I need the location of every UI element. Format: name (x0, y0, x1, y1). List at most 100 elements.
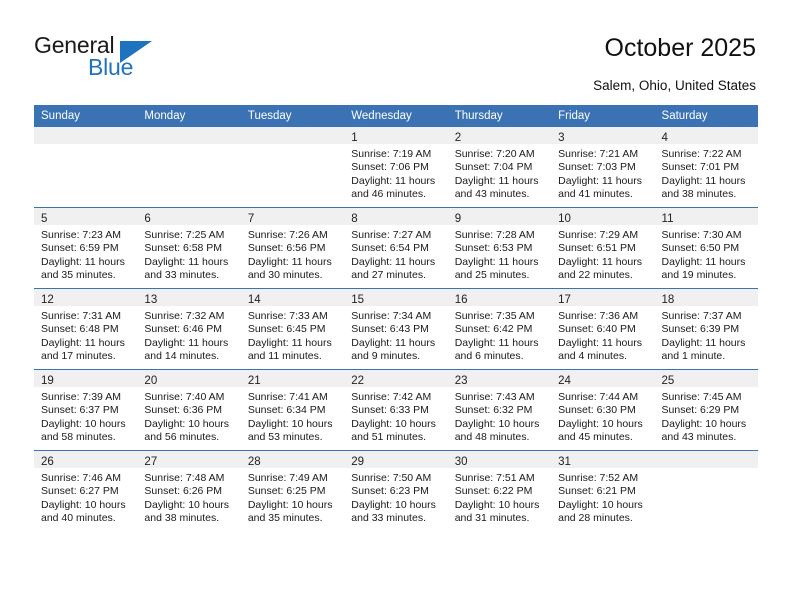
sunset-text: Sunset: 6:43 PM (351, 323, 429, 336)
calendar-week-row: 5 Sunrise: 7:23 AM Sunset: 6:59 PM Daylight… (34, 207, 758, 289)
calendar-day-cell[interactable]: 19 Sunrise: 7:39 AM Sunset: 6:37 PM Dayligh… (34, 369, 138, 451)
calendar-day-cell[interactable]: 14 Sunrise: 7:33 AM Sunset: 6:45 PM Dayligh… (240, 288, 345, 370)
day-number: 27 (144, 456, 158, 468)
daylight-text: Daylight: 10 hours (247, 498, 333, 511)
sunset-text: Sunset: 6:27 PM (41, 485, 119, 498)
day-number: 4 (661, 132, 668, 144)
calendar-day-cell[interactable]: 8 Sunrise: 7:27 AM Sunset: 6:54 PM Daylight… (344, 207, 448, 289)
daylight-text: and 40 minutes. (41, 512, 116, 525)
daylight-text: and 9 minutes. (351, 350, 421, 363)
daylight-text: Daylight: 11 hours (454, 255, 539, 268)
daylight-text: and 35 minutes. (41, 269, 116, 282)
day-details: Sunrise: 7:37 AM Sunset: 6:39 PM Daylight:… (655, 306, 758, 364)
daylight-text: Daylight: 10 hours (454, 417, 540, 430)
weekday-header-wednesday: Wednesday (344, 105, 448, 127)
day-details: Sunrise: 7:36 AM Sunset: 6:40 PM Daylight:… (551, 306, 654, 364)
calendar-day-cell[interactable]: 20 Sunrise: 7:40 AM Sunset: 6:36 PM Dayligh… (137, 369, 241, 451)
calendar-day-cell[interactable]: 27 Sunrise: 7:48 AM Sunset: 6:26 PM Dayligh… (137, 450, 241, 531)
daylight-text: Daylight: 11 hours (351, 255, 436, 268)
sunset-text: Sunset: 6:48 PM (41, 323, 119, 336)
daylight-text: Daylight: 10 hours (144, 417, 230, 430)
daylight-text: and 38 minutes. (661, 188, 737, 201)
day-number: 14 (247, 294, 261, 306)
calendar-day-cell[interactable]: 5 Sunrise: 7:23 AM Sunset: 6:59 PM Daylight… (34, 207, 138, 289)
sunset-text: Sunset: 6:50 PM (661, 242, 740, 255)
calendar-day-cell[interactable]: 21 Sunrise: 7:41 AM Sunset: 6:34 PM Dayligh… (240, 369, 345, 451)
daylight-text: and 22 minutes. (558, 269, 633, 282)
calendar-week-row: 26 Sunrise: 7:46 AM Sunset: 6:27 PM Dayligh… (34, 450, 758, 531)
calendar-grid: Sunday Monday Tuesday Wednesday Thursday Frid… (34, 105, 758, 531)
calendar-day-cell[interactable]: 28 Sunrise: 7:49 AM Sunset: 6:25 PM Dayligh… (240, 450, 345, 531)
sunset-text: Sunset: 6:45 PM (247, 323, 326, 336)
day-number: 3 (558, 132, 565, 144)
day-number-band: 21 (240, 370, 345, 387)
calendar-week-row: 12 Sunrise: 7:31 AM Sunset: 6:48 PM Dayligh… (34, 288, 758, 370)
sunrise-text: Sunrise: 7:49 AM (247, 472, 328, 484)
sunrise-text: Sunrise: 7:22 AM (661, 148, 742, 160)
day-details: Sunrise: 7:33 AM Sunset: 6:45 PM Daylight:… (241, 306, 344, 364)
calendar-day-cell[interactable]: 1 Sunrise: 7:19 AM Sunset: 7:06 PM Daylight… (344, 127, 448, 208)
calendar-day-cell[interactable]: 12 Sunrise: 7:31 AM Sunset: 6:48 PM Dayligh… (34, 288, 138, 370)
day-number-band: 24 (551, 370, 655, 387)
calendar-day-cell[interactable]: 7 Sunrise: 7:26 AM Sunset: 6:56 PM Daylight… (240, 207, 345, 289)
calendar-week-row: 19 Sunrise: 7:39 AM Sunset: 6:37 PM Dayligh… (34, 369, 758, 451)
sunset-text: Sunset: 6:53 PM (454, 242, 533, 255)
sunrise-text: Sunrise: 7:31 AM (41, 310, 121, 322)
sunrise-text: Sunrise: 7:52 AM (558, 472, 639, 484)
calendar-day-cell[interactable]: 30 Sunrise: 7:51 AM Sunset: 6:22 PM Dayligh… (447, 450, 552, 531)
weekday-header-tuesday: Tuesday (240, 105, 345, 127)
day-number-band: 9 (447, 208, 552, 225)
day-number: 13 (144, 294, 158, 306)
calendar-day-cell[interactable]: 10 Sunrise: 7:29 AM Sunset: 6:51 PM Dayligh… (551, 207, 655, 289)
calendar-day-cell[interactable]: 9 Sunrise: 7:28 AM Sunset: 6:53 PM Daylight… (447, 207, 552, 289)
calendar-day-cell[interactable]: 24 Sunrise: 7:44 AM Sunset: 6:30 PM Dayligh… (551, 369, 655, 451)
day-details: Sunrise: 7:22 AM Sunset: 7:01 PM Daylight:… (655, 144, 758, 202)
calendar-day-cell[interactable]: 23 Sunrise: 7:43 AM Sunset: 6:32 PM Dayligh… (447, 369, 552, 451)
calendar-day-cell-empty (137, 127, 241, 208)
day-number: 23 (454, 375, 468, 387)
calendar-day-cell[interactable]: 2 Sunrise: 7:20 AM Sunset: 7:04 PM Daylight… (447, 127, 552, 208)
calendar-day-cell[interactable]: 16 Sunrise: 7:35 AM Sunset: 6:42 PM Dayligh… (447, 288, 552, 370)
calendar-day-cell[interactable]: 29 Sunrise: 7:50 AM Sunset: 6:23 PM Dayligh… (344, 450, 448, 531)
day-number-band: 3 (551, 127, 655, 144)
day-number: 1 (351, 132, 358, 144)
calendar-day-cell[interactable]: 25 Sunrise: 7:45 AM Sunset: 6:29 PM Dayligh… (654, 369, 758, 451)
daylight-text: Daylight: 11 hours (558, 174, 642, 187)
calendar-day-cell[interactable]: 22 Sunrise: 7:42 AM Sunset: 6:33 PM Dayligh… (344, 369, 448, 451)
sunset-text: Sunset: 6:54 PM (351, 242, 429, 255)
daylight-text: Daylight: 11 hours (661, 174, 746, 187)
calendar-day-cell[interactable]: 4 Sunrise: 7:22 AM Sunset: 7:01 PM Daylight… (654, 127, 758, 208)
day-details: Sunrise: 7:51 AM Sunset: 6:22 PM Daylight:… (448, 468, 551, 526)
weekday-header-friday: Friday (551, 105, 655, 127)
general-blue-logo[interactable]: General Blue (34, 32, 204, 82)
sunset-text: Sunset: 6:25 PM (247, 485, 326, 498)
daylight-text: Daylight: 10 hours (41, 417, 126, 430)
calendar-day-cell[interactable]: 17 Sunrise: 7:36 AM Sunset: 6:40 PM Dayligh… (551, 288, 655, 370)
daylight-text: Daylight: 11 hours (454, 174, 539, 187)
day-number-band: 29 (344, 451, 448, 468)
day-number-band (34, 127, 138, 144)
day-details: Sunrise: 7:44 AM Sunset: 6:30 PM Daylight:… (551, 387, 654, 445)
calendar-day-cell[interactable]: 26 Sunrise: 7:46 AM Sunset: 6:27 PM Dayligh… (34, 450, 138, 531)
calendar-day-cell[interactable]: 3 Sunrise: 7:21 AM Sunset: 7:03 PM Daylight… (551, 127, 655, 208)
sunset-text: Sunset: 6:22 PM (454, 485, 533, 498)
daylight-text: and 31 minutes. (454, 512, 530, 525)
sunrise-text: Sunrise: 7:29 AM (558, 229, 639, 241)
calendar-day-cell[interactable]: 31 Sunrise: 7:52 AM Sunset: 6:21 PM Dayligh… (551, 450, 655, 531)
daylight-text: and 25 minutes. (454, 269, 530, 282)
calendar-day-cell[interactable]: 11 Sunrise: 7:30 AM Sunset: 6:50 PM Dayligh… (654, 207, 758, 289)
daylight-text: Daylight: 10 hours (661, 417, 747, 430)
day-details: Sunrise: 7:19 AM Sunset: 7:06 PM Daylight:… (344, 144, 447, 202)
weekday-header-thursday: Thursday (447, 105, 552, 127)
day-number-band: 6 (137, 208, 241, 225)
day-number-band: 30 (447, 451, 552, 468)
sunset-text: Sunset: 6:26 PM (144, 485, 223, 498)
day-number: 29 (351, 456, 365, 468)
calendar-day-cell[interactable]: 6 Sunrise: 7:25 AM Sunset: 6:58 PM Daylight… (137, 207, 241, 289)
calendar-day-cell[interactable]: 15 Sunrise: 7:34 AM Sunset: 6:43 PM Dayligh… (344, 288, 448, 370)
calendar-day-cell[interactable]: 18 Sunrise: 7:37 AM Sunset: 6:39 PM Dayligh… (654, 288, 758, 370)
day-number-band: 15 (344, 289, 448, 306)
calendar-day-cell[interactable]: 13 Sunrise: 7:32 AM Sunset: 6:46 PM Dayligh… (137, 288, 241, 370)
sunrise-text: Sunrise: 7:45 AM (661, 391, 742, 403)
sunset-text: Sunset: 6:23 PM (351, 485, 429, 498)
